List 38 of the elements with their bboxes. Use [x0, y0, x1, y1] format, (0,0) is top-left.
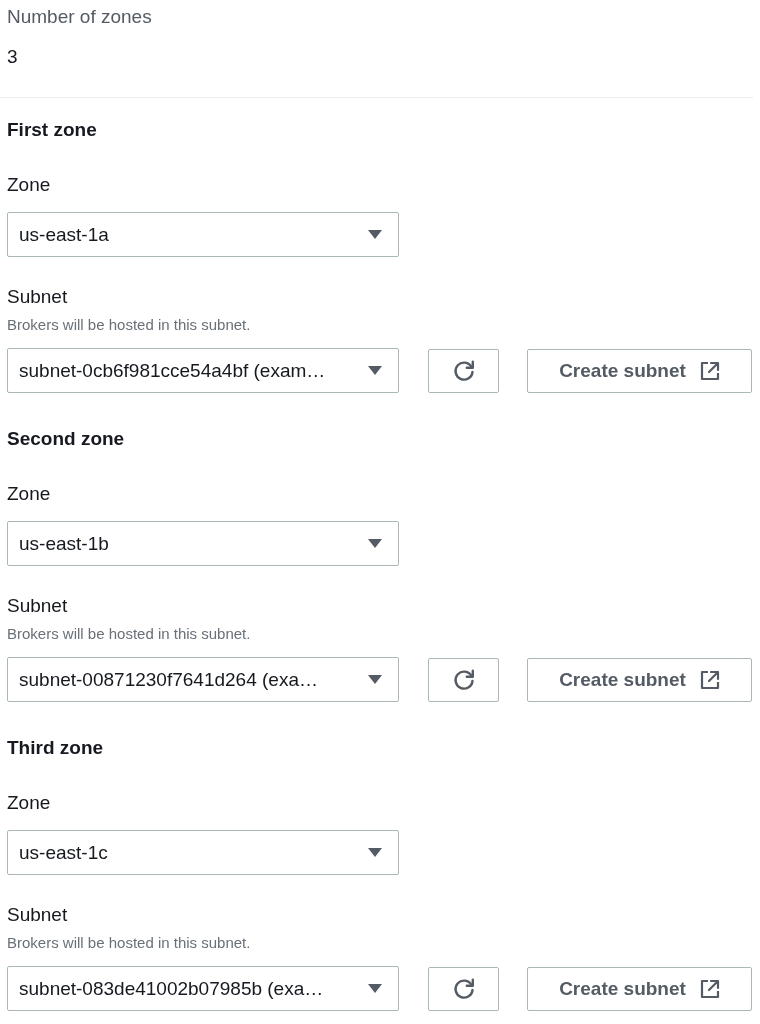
field-label: Zone	[7, 174, 52, 196]
field-description: Brokers will be hosted in this subnet.	[7, 625, 252, 643]
zone-heading: Second zone	[7, 428, 126, 450]
external-link-icon	[699, 978, 720, 999]
create-subnet-button[interactable]: Create subnet	[527, 966, 752, 1011]
create-subnet-button[interactable]: Create subnet	[527, 657, 752, 702]
zone-heading: First zone	[7, 119, 98, 141]
field-label: Zone	[7, 483, 52, 505]
external-link-icon	[699, 360, 720, 381]
refresh-icon	[452, 977, 475, 1000]
subnet-select[interactable]: subnet-0cb6f981cce54a4bf (exam…	[7, 348, 399, 393]
zone-select[interactable]: us-east-1c	[7, 830, 399, 875]
field-description: Brokers will be hosted in this subnet.	[7, 316, 252, 334]
caret-icon	[368, 984, 382, 993]
field-value: 3	[7, 46, 19, 68]
subnet-select[interactable]: subnet-00871230f7641d264 (exa…	[7, 657, 399, 702]
field-label: Zone	[7, 792, 52, 814]
caret-icon	[368, 848, 382, 857]
caret-icon	[368, 230, 382, 239]
external-link-icon	[699, 669, 720, 690]
refresh-button[interactable]	[428, 657, 499, 702]
field-label: Subnet	[7, 904, 69, 926]
zone-select[interactable]: us-east-1a	[7, 212, 399, 257]
refresh-button[interactable]	[428, 966, 499, 1011]
subnet-select[interactable]: subnet-083de41002b07985b (exa…	[7, 966, 399, 1011]
caret-icon	[368, 366, 382, 375]
field-label: Subnet	[7, 595, 69, 617]
zone-heading: Third zone	[7, 737, 105, 759]
zone-select[interactable]: us-east-1b	[7, 521, 399, 566]
refresh-icon	[452, 359, 475, 382]
create-subnet-button[interactable]: Create subnet	[527, 348, 752, 393]
field-description: Brokers will be hosted in this subnet.	[7, 934, 252, 952]
refresh-button[interactable]	[428, 348, 499, 393]
caret-icon	[368, 675, 382, 684]
field-label: Subnet	[7, 286, 69, 308]
refresh-icon	[452, 668, 475, 691]
field-label: Number of zones	[7, 6, 153, 28]
caret-icon	[368, 539, 382, 548]
